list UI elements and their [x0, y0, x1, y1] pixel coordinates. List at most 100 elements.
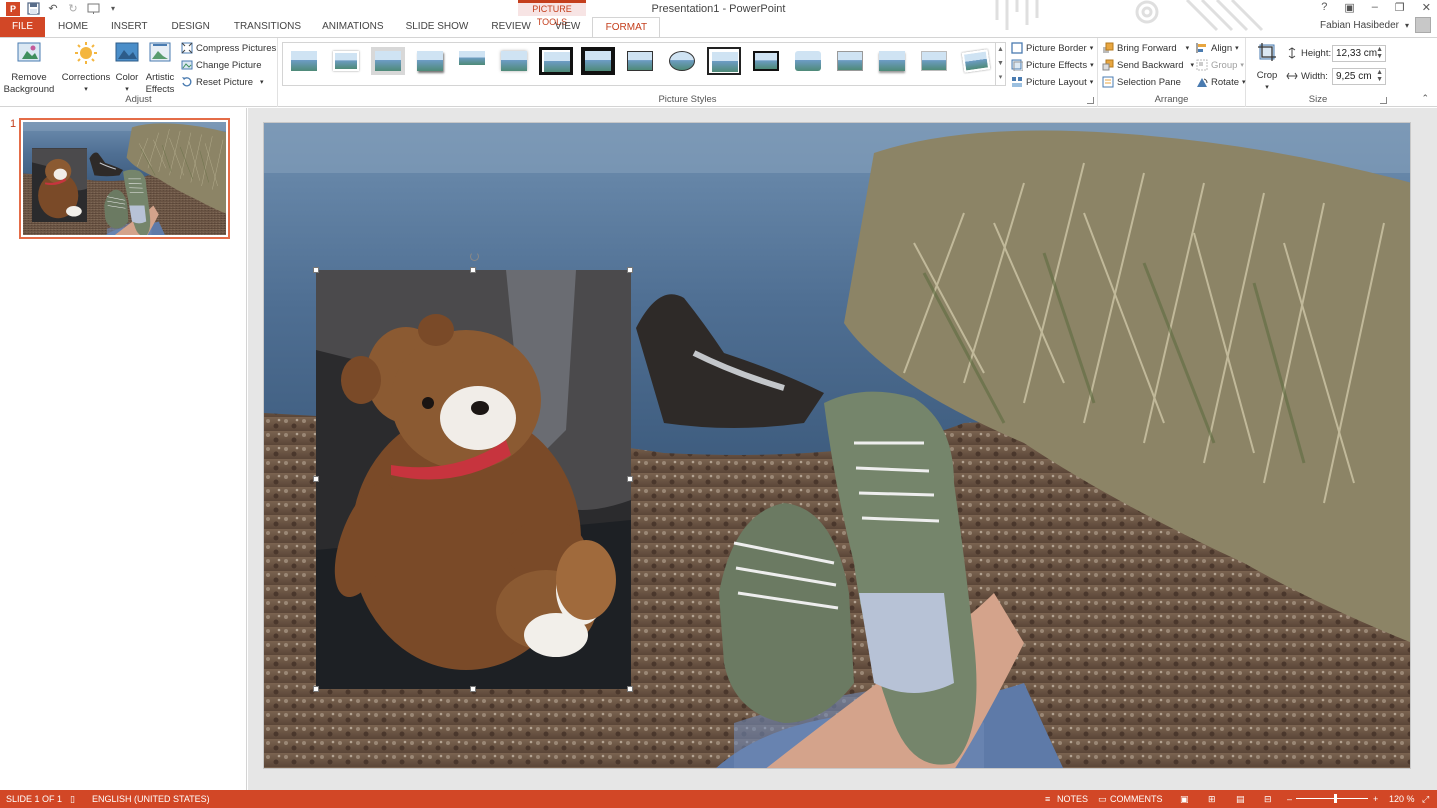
rotate-handle-icon[interactable] — [470, 252, 479, 261]
tab-format[interactable]: FORMAT — [592, 17, 661, 38]
start-from-beginning-icon[interactable] — [86, 2, 100, 16]
picture-style-bevel-perspective[interactable] — [917, 47, 951, 75]
picture-style-soft-shadow[interactable] — [497, 47, 531, 75]
picture-style-reflected[interactable] — [455, 47, 489, 75]
compress-pictures-button[interactable]: Compress Pictures — [181, 42, 276, 54]
close-icon[interactable]: ✕ — [1422, 1, 1431, 14]
minimize-icon[interactable]: – — [1372, 1, 1378, 14]
height-input[interactable]: 12,33 cm ▲ ▼ — [1332, 45, 1386, 62]
picture-style-relaxed[interactable] — [875, 47, 909, 75]
zoom-in-icon[interactable]: + — [1373, 794, 1378, 804]
resize-handle-left[interactable] — [313, 476, 319, 482]
color-button[interactable]: Color ▾ — [112, 41, 142, 96]
picture-style-oval[interactable] — [665, 47, 699, 75]
tab-transitions[interactable]: TRANSITIONS — [224, 17, 311, 37]
user-name[interactable]: Fabian Hasibeder — [1320, 20, 1399, 31]
gallery-more-icon[interactable]: ▾ — [995, 71, 1005, 85]
picture-style-soft-edge[interactable] — [329, 47, 363, 75]
resize-handle-top[interactable] — [470, 267, 476, 273]
tab-insert[interactable]: INSERT — [101, 17, 158, 37]
selection-pane-button[interactable]: Selection Pane — [1102, 76, 1181, 88]
picture-style-rounded[interactable] — [791, 47, 825, 75]
height-spinner-icon[interactable]: ▲ ▼ — [1376, 46, 1383, 60]
help-icon[interactable]: ? — [1321, 1, 1327, 14]
normal-view-icon[interactable]: ▣ — [1180, 794, 1189, 805]
slide-indicator[interactable]: SLIDE 1 OF 1 — [6, 794, 62, 804]
user-account[interactable]: Fabian Hasibeder ▾ — [1320, 17, 1431, 33]
spell-check-icon[interactable]: ▯ — [70, 794, 75, 805]
send-backward-button[interactable]: Send Backward ▾ — [1102, 59, 1194, 71]
slide-show-icon[interactable]: ⊟ — [1264, 794, 1272, 805]
zoom-out-icon[interactable]: – — [1287, 794, 1292, 804]
redo-icon[interactable]: ↻ — [66, 2, 80, 16]
ribbon-display-options-icon[interactable]: ▣ — [1344, 1, 1354, 14]
reading-view-icon[interactable]: ▤ — [1236, 794, 1245, 805]
picture-style-black-matte[interactable] — [581, 47, 615, 75]
resize-handle-bottom-right[interactable] — [627, 686, 633, 692]
tab-file[interactable]: FILE — [0, 17, 45, 37]
undo-icon[interactable]: ↶ — [46, 2, 60, 16]
picture-style-shadow[interactable] — [413, 47, 447, 75]
picture-style-simple-frame[interactable] — [287, 47, 321, 75]
resize-handle-right[interactable] — [627, 476, 633, 482]
picture-style-drop-shadow[interactable] — [623, 47, 657, 75]
teddy-bear-photo[interactable] — [316, 270, 631, 689]
picture-styles-dialog-launcher-icon[interactable] — [1087, 97, 1094, 104]
restore-icon[interactable]: ❐ — [1395, 1, 1405, 14]
language-indicator[interactable]: ENGLISH (UNITED STATES) — [92, 794, 210, 804]
width-input[interactable]: 9,25 cm ▲ ▼ — [1332, 68, 1386, 85]
resize-handle-bottom[interactable] — [470, 686, 476, 692]
notes-button[interactable]: NOTES — [1057, 794, 1088, 804]
avatar[interactable] — [1415, 17, 1431, 33]
artistic-effects-button[interactable]: Artistic Effects — [143, 41, 177, 96]
picture-styles-gallery[interactable]: ▲ ▼ ▾ — [282, 42, 1006, 86]
align-button[interactable]: Align ▾ — [1196, 42, 1239, 54]
tab-review[interactable]: REVIEW — [479, 17, 542, 37]
gallery-scroll-up-icon[interactable]: ▲ — [995, 43, 1005, 57]
size-dialog-launcher-icon[interactable] — [1380, 97, 1387, 104]
change-picture-button[interactable]: Change Picture — [181, 59, 261, 71]
zoom-level[interactable]: 120 % — [1389, 794, 1415, 804]
picture-style-thick-black[interactable] — [539, 47, 573, 75]
zoom-slider-thumb[interactable] — [1334, 794, 1338, 803]
width-spinner-icon[interactable]: ▲ ▼ — [1376, 69, 1383, 83]
save-icon[interactable] — [26, 1, 40, 16]
resize-handle-top-right[interactable] — [627, 267, 633, 273]
collapse-ribbon-icon[interactable]: ⌃ — [1421, 93, 1429, 104]
reset-picture-icon — [182, 77, 192, 87]
comments-button[interactable]: COMMENTS — [1110, 794, 1163, 804]
customize-qat-icon[interactable]: ▾ — [106, 2, 120, 16]
group-button[interactable]: Group ▾ — [1196, 59, 1244, 71]
zoom-slider[interactable] — [1296, 798, 1368, 799]
corrections-button[interactable]: Corrections ▾ — [61, 41, 111, 96]
user-dropdown-icon[interactable]: ▾ — [1405, 21, 1409, 30]
crop-button[interactable]: Crop ▾ — [1252, 41, 1282, 94]
gallery-scroll-down-icon[interactable]: ▼ — [995, 57, 1005, 71]
picture-style-metal-frame[interactable] — [707, 47, 741, 75]
fit-slide-icon[interactable]: ⤢ — [1422, 794, 1429, 805]
rotate-dropdown-icon: ▾ — [1242, 79, 1246, 86]
tab-slide-show[interactable]: SLIDE SHOW — [395, 17, 480, 37]
picture-style-perspective[interactable] — [833, 47, 867, 75]
picture-style-double-frame[interactable] — [749, 47, 783, 75]
notes-icon[interactable]: ≡ — [1045, 794, 1050, 804]
rotate-button[interactable]: Rotate ▾ — [1196, 76, 1246, 88]
remove-background-button[interactable]: Remove Background — [3, 41, 55, 96]
bring-forward-button[interactable]: Bring Forward ▾ — [1102, 42, 1189, 54]
tab-animations[interactable]: ANIMATIONS — [311, 17, 394, 37]
picture-border-button[interactable]: Picture Border ▾ — [1011, 42, 1093, 54]
tab-design[interactable]: DESIGN — [158, 17, 224, 37]
tab-home[interactable]: HOME — [45, 17, 101, 37]
resize-handle-top-left[interactable] — [313, 267, 319, 273]
slide-sorter-icon[interactable]: ⊞ — [1208, 794, 1216, 805]
reset-picture-button[interactable]: Reset Picture ▾ — [181, 76, 264, 88]
tab-view[interactable]: VIEW — [543, 17, 593, 37]
selected-teddy-picture[interactable] — [316, 270, 631, 689]
picture-layout-button[interactable]: Picture Layout ▾ — [1011, 76, 1093, 88]
picture-effects-button[interactable]: Picture Effects ▾ — [1011, 59, 1094, 71]
resize-handle-bottom-left[interactable] — [313, 686, 319, 692]
powerpoint-logo-icon[interactable]: P — [6, 1, 20, 16]
comments-icon[interactable]: ▭ — [1098, 794, 1107, 805]
picture-style-beveled[interactable] — [371, 47, 405, 75]
picture-style-rotated[interactable] — [959, 47, 993, 75]
